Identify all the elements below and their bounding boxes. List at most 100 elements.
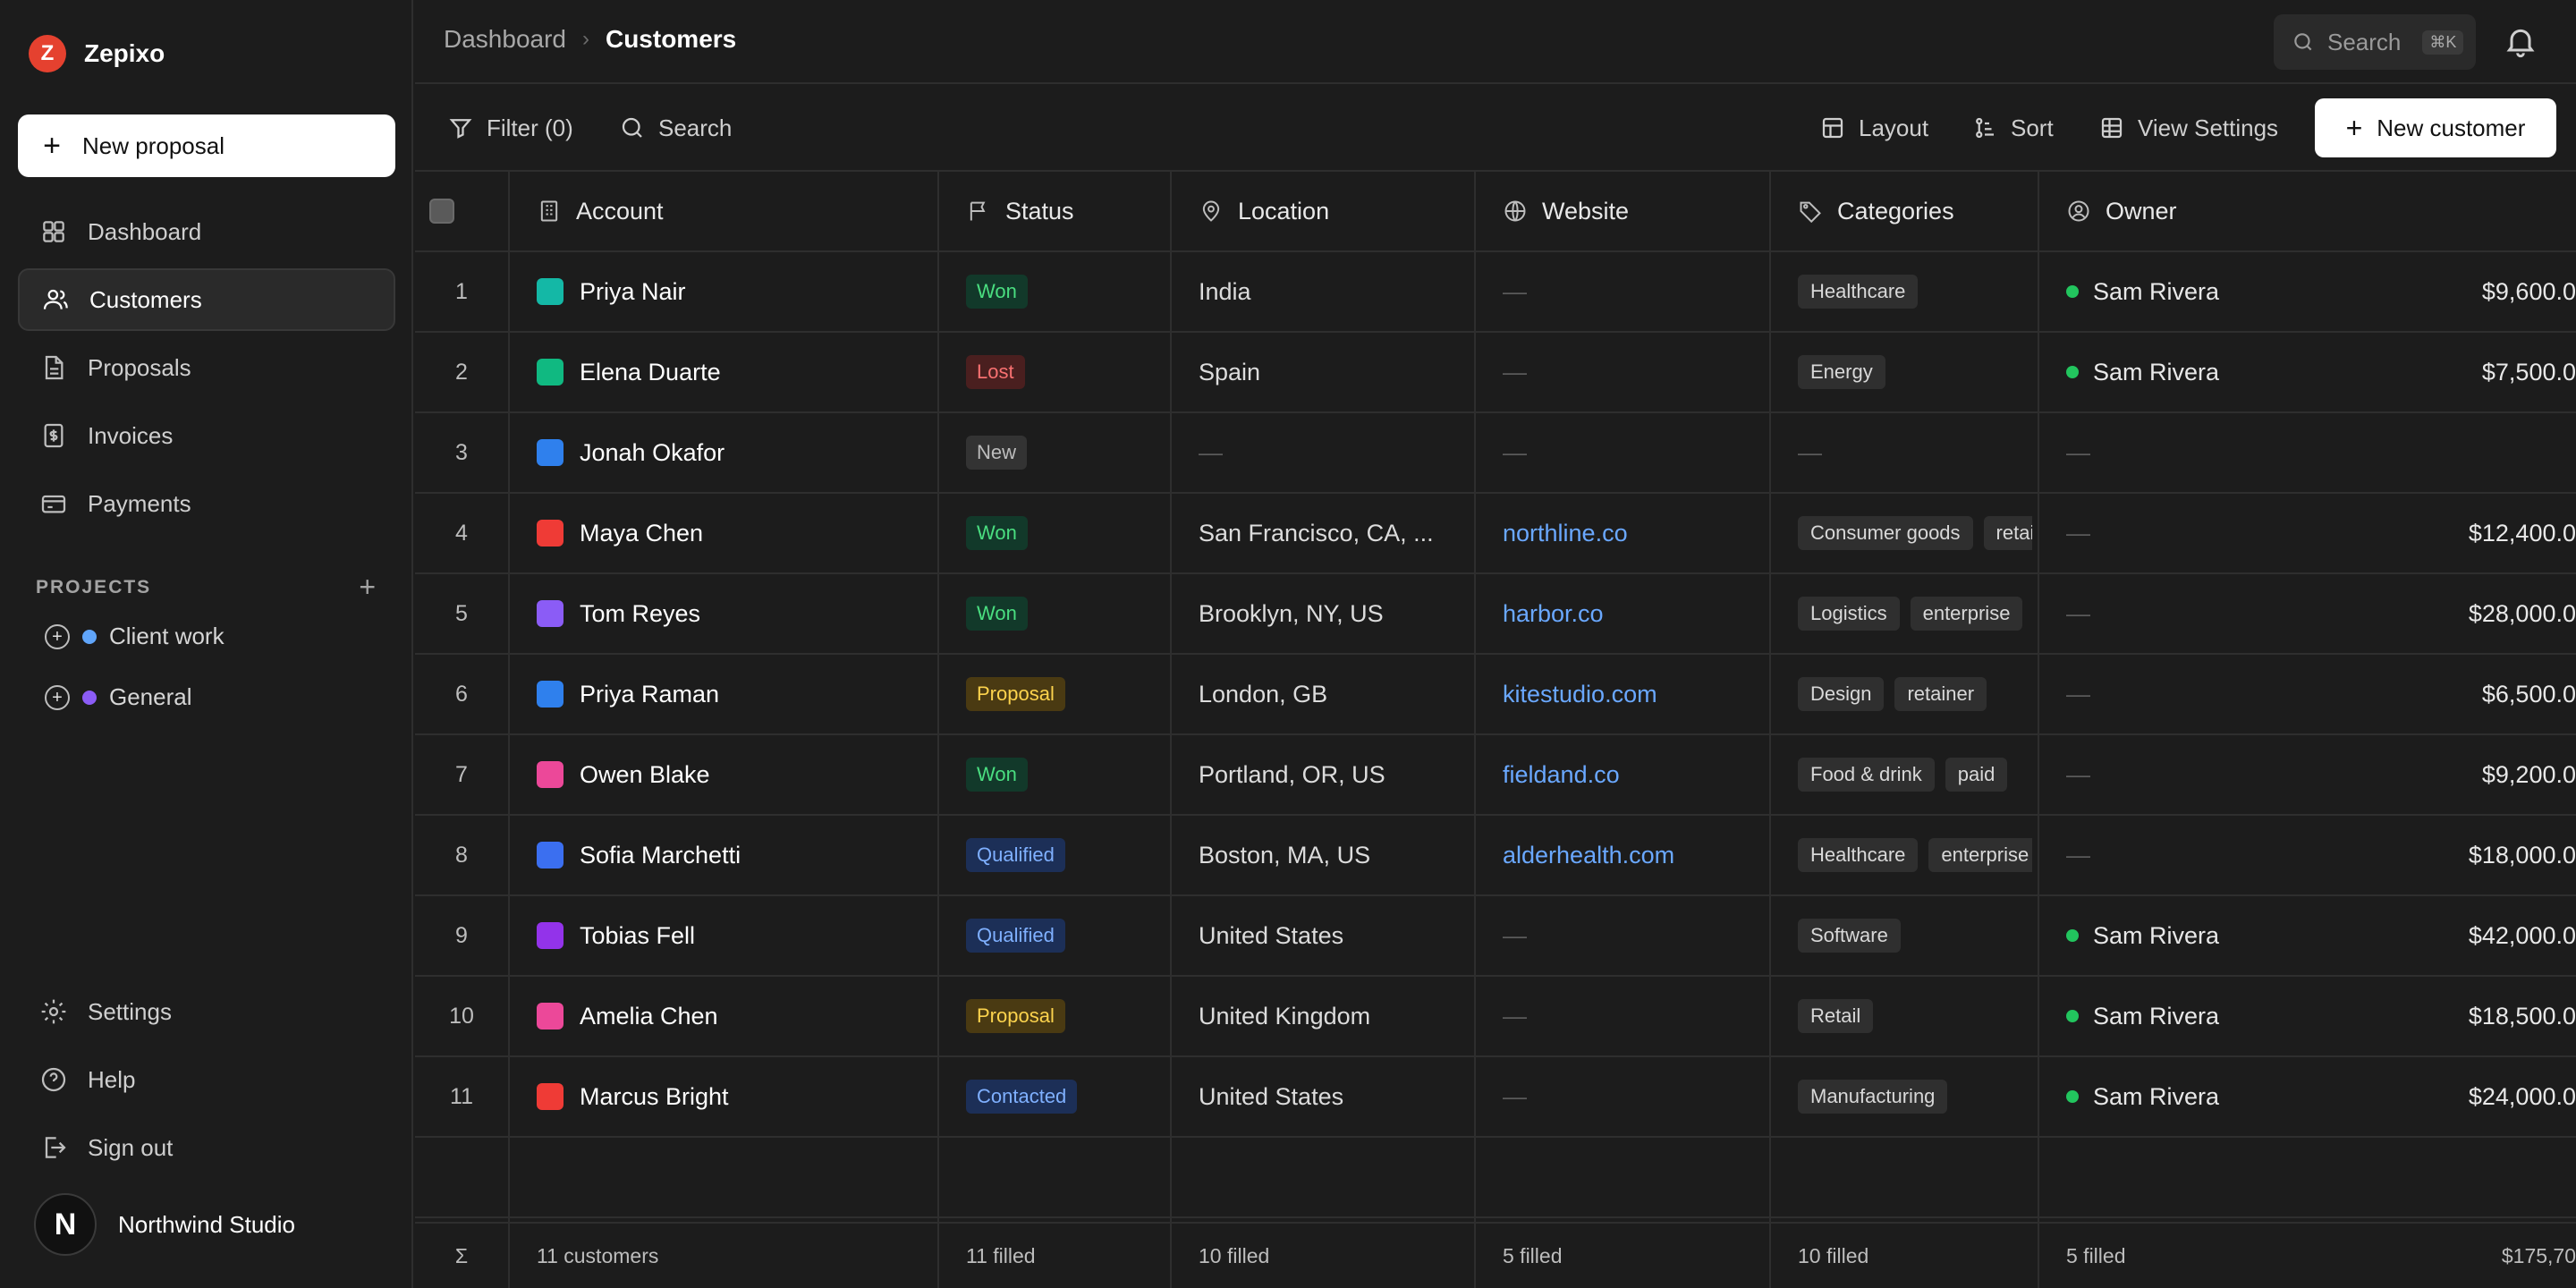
deal-value-cell[interactable]: $6,500.0 — [2334, 655, 2576, 733]
status-cell[interactable]: New — [966, 413, 1163, 492]
website-link[interactable]: northline.co — [1503, 520, 1628, 547]
status-cell[interactable]: Contacted — [966, 1057, 1163, 1136]
status-cell[interactable]: Won — [966, 252, 1163, 331]
sidebar-item-customers[interactable]: Customers — [18, 268, 395, 331]
location-cell[interactable]: Spain — [1199, 333, 1467, 411]
deal-value-cell[interactable]: $9,200.0 — [2334, 735, 2576, 814]
account-cell[interactable]: Priya Raman — [537, 655, 930, 733]
footer-sigma-icon[interactable]: Σ — [415, 1224, 508, 1288]
brand[interactable]: Z Zepixo — [29, 34, 165, 73]
owner-cell[interactable]: — — [2066, 494, 2326, 572]
location-cell[interactable]: United States — [1199, 1057, 1467, 1136]
table-search-button[interactable]: Search — [619, 86, 732, 170]
sidebar-item-help[interactable]: Help — [18, 1048, 395, 1111]
deal-value-cell[interactable]: $9,600.0 — [2334, 252, 2576, 331]
sidebar-item-payments[interactable]: Payments — [18, 472, 395, 535]
website-link[interactable]: kitestudio.com — [1503, 681, 1657, 708]
owner-cell[interactable]: — — [2066, 816, 2326, 894]
footer-value-summary[interactable]: $175,70 — [2334, 1224, 2576, 1288]
account-cell[interactable]: Sofia Marchetti — [537, 816, 930, 894]
owner-cell[interactable]: Sam Rivera — [2066, 1057, 2326, 1136]
account-cell[interactable]: Maya Chen — [537, 494, 930, 572]
categories-cell[interactable]: Healthcareenterprisep — [1798, 816, 2032, 894]
column-header-status[interactable]: Status — [966, 172, 1074, 250]
column-header-website[interactable]: Website — [1503, 172, 1629, 250]
bell-icon[interactable] — [2503, 23, 2538, 59]
layout-button[interactable]: Layout — [1819, 86, 1928, 170]
website-cell[interactable]: harbor.co — [1503, 574, 1762, 653]
view-settings-button[interactable]: View Settings — [2098, 86, 2278, 170]
categories-cell[interactable]: Consumer goods retainer — [1798, 494, 2032, 572]
new-customer-button[interactable]: + New customer — [2315, 98, 2556, 157]
status-cell[interactable]: Won — [966, 735, 1163, 814]
categories-cell[interactable]: Logistics enterprise — [1798, 574, 2032, 653]
sidebar-item-proposals[interactable]: Proposals — [18, 336, 395, 399]
footer-owner-summary[interactable]: 5 filled — [2066, 1224, 2326, 1288]
website-link[interactable]: fieldand.co — [1503, 761, 1620, 789]
status-cell[interactable]: Qualified — [966, 816, 1163, 894]
owner-cell[interactable]: Sam Rivera — [2066, 333, 2326, 411]
global-search-button[interactable]: Search ⌘K — [2274, 14, 2476, 70]
categories-cell[interactable]: Healthcare — [1798, 252, 2032, 331]
column-header-categories[interactable]: Categories — [1798, 172, 1954, 250]
deal-value-cell[interactable]: $12,400.0 — [2334, 494, 2576, 572]
categories-cell[interactable]: Energy — [1798, 333, 2032, 411]
workspace-switcher[interactable]: N Northwind Studio — [34, 1193, 295, 1256]
select-all-checkbox[interactable] — [429, 199, 454, 224]
location-cell[interactable]: United Kingdom — [1199, 977, 1467, 1055]
deal-value-cell[interactable] — [2334, 413, 2576, 492]
website-link[interactable]: harbor.co — [1503, 600, 1604, 628]
categories-cell[interactable]: — — [1798, 413, 2032, 492]
location-cell[interactable]: Brooklyn, NY, US — [1199, 574, 1467, 653]
footer-website-summary[interactable]: 5 filled — [1503, 1224, 1762, 1288]
website-cell[interactable]: kitestudio.com — [1503, 655, 1762, 733]
owner-cell[interactable]: — — [2066, 574, 2326, 653]
column-header-location[interactable]: Location — [1199, 172, 1329, 250]
deal-value-cell[interactable]: $24,000.0 — [2334, 1057, 2576, 1136]
status-cell[interactable]: Proposal — [966, 655, 1163, 733]
location-cell[interactable]: Portland, OR, US — [1199, 735, 1467, 814]
account-cell[interactable]: Owen Blake — [537, 735, 930, 814]
website-link[interactable]: alderhealth.com — [1503, 842, 1674, 869]
add-project-icon[interactable]: + — [359, 571, 376, 604]
breadcrumb-dashboard[interactable]: Dashboard — [444, 25, 566, 54]
categories-cell[interactable]: Manufacturing — [1798, 1057, 2032, 1136]
footer-status-summary[interactable]: 11 filled — [966, 1224, 1163, 1288]
add-circle-icon[interactable]: + — [45, 684, 70, 710]
deal-value-cell[interactable]: $18,500.0 — [2334, 977, 2576, 1055]
sort-button[interactable]: Sort — [1971, 86, 2054, 170]
column-header-account[interactable]: Account — [537, 172, 664, 250]
status-cell[interactable]: Won — [966, 494, 1163, 572]
categories-cell[interactable]: Retail — [1798, 977, 2032, 1055]
account-cell[interactable]: Jonah Okafor — [537, 413, 930, 492]
account-cell[interactable]: Priya Nair — [537, 252, 930, 331]
website-cell[interactable]: northline.co — [1503, 494, 1762, 572]
footer-categories-summary[interactable]: 10 filled — [1798, 1224, 2032, 1288]
footer-account-summary[interactable]: 11 customers — [537, 1224, 930, 1288]
location-cell[interactable]: United States — [1199, 896, 1467, 975]
owner-cell[interactable]: — — [2066, 655, 2326, 733]
website-cell[interactable]: fieldand.co — [1503, 735, 1762, 814]
owner-cell[interactable]: Sam Rivera — [2066, 896, 2326, 975]
owner-cell[interactable]: Sam Rivera — [2066, 977, 2326, 1055]
website-cell[interactable]: alderhealth.com — [1503, 816, 1762, 894]
project-item-client-work[interactable]: + Client work — [45, 623, 225, 650]
sidebar-item-sign-out[interactable]: Sign out — [18, 1116, 395, 1179]
new-proposal-button[interactable]: + New proposal — [18, 114, 395, 177]
sidebar-item-invoices[interactable]: Invoices — [18, 404, 395, 467]
status-cell[interactable]: Won — [966, 574, 1163, 653]
location-cell[interactable]: London, GB — [1199, 655, 1467, 733]
account-cell[interactable]: Marcus Bright — [537, 1057, 930, 1136]
deal-value-cell[interactable]: $42,000.0 — [2334, 896, 2576, 975]
account-cell[interactable]: Tom Reyes — [537, 574, 930, 653]
add-circle-icon[interactable]: + — [45, 623, 70, 649]
account-cell[interactable]: Amelia Chen — [537, 977, 930, 1055]
status-cell[interactable]: Proposal — [966, 977, 1163, 1055]
filter-button[interactable]: Filter (0) — [447, 86, 573, 170]
footer-location-summary[interactable]: 10 filled — [1199, 1224, 1467, 1288]
location-cell[interactable]: India — [1199, 252, 1467, 331]
categories-cell[interactable]: Food & drink paid — [1798, 735, 2032, 814]
categories-cell[interactable]: Design retainer — [1798, 655, 2032, 733]
owner-cell[interactable]: — — [2066, 735, 2326, 814]
status-cell[interactable]: Qualified — [966, 896, 1163, 975]
